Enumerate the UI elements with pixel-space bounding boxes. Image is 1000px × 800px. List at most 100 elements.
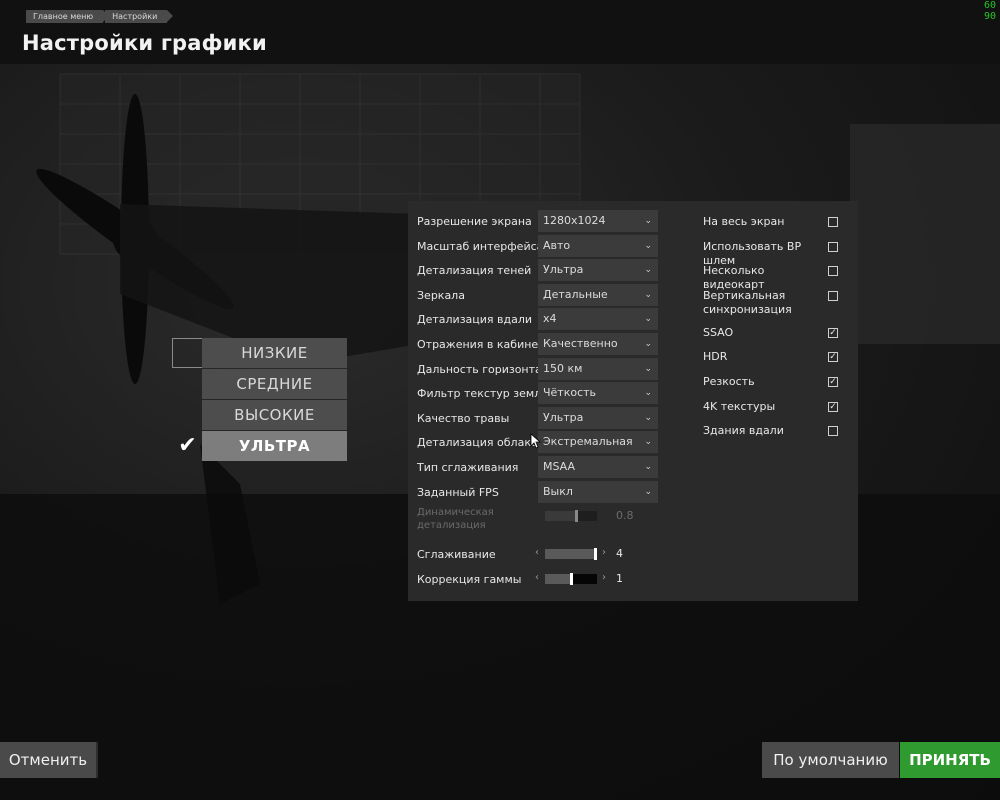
checkmark-icon: ✔: [178, 433, 197, 458]
gamma-slider[interactable]: ‹ › 1: [532, 568, 662, 590]
fullscreen-checkbox[interactable]: [828, 217, 838, 227]
chevron-down-icon: ⌄: [644, 363, 652, 374]
preset-ultra-button[interactable]: УЛЬТРА: [202, 431, 347, 461]
checkbox-label: HDR: [703, 350, 728, 364]
slider-fill: [545, 573, 571, 584]
horizon-distance-select[interactable]: 150 км ⌄: [538, 357, 658, 380]
restore-defaults-button[interactable]: По умолчанию: [762, 742, 899, 778]
checkbox-label: Вертикальная синхронизация: [703, 288, 792, 316]
setting-label: Детализация вдали: [417, 313, 533, 327]
graphics-options-column: Разрешение экрана 1280x1024 ⌄ Масштаб инт…: [417, 210, 662, 592]
select-value: Детальные: [543, 287, 608, 301]
checkbox-label: Резкость: [703, 374, 755, 388]
setting-label: Фильтр текстур земли: [417, 387, 549, 401]
select-value: x4: [543, 312, 557, 326]
setting-row-dynamic-detail: Динамическая детализация 0.8: [417, 505, 662, 543]
setting-label: Детализация облаков: [417, 436, 545, 450]
cockpit-reflections-select[interactable]: Качественно ⌄: [538, 332, 658, 355]
setting-label: Коррекция гаммы: [417, 572, 522, 586]
setting-label: Тип сглаживания: [417, 460, 519, 474]
checkbox-row-distant-buildings: Здания вдали: [703, 419, 843, 444]
slider-thumb[interactable]: [594, 548, 597, 561]
setting-label: Отражения в кабине: [417, 337, 539, 351]
breadcrumb-main-menu[interactable]: Главное меню: [26, 10, 110, 23]
setting-label: Заданный FPS: [417, 485, 499, 499]
toggle-options-column: На весь экран Использовать ВР шлем Неско…: [703, 210, 843, 444]
select-value: Чёткость: [543, 386, 597, 400]
vsync-checkbox[interactable]: [828, 290, 838, 301]
chevron-down-icon: ⌄: [644, 388, 652, 399]
hdr-checkbox[interactable]: ✓: [828, 352, 838, 363]
setting-row-target-fps: Заданный FPS Выкл ⌄: [417, 480, 662, 506]
chevron-right-icon[interactable]: ›: [602, 572, 606, 583]
clouds-select[interactable]: Экстремальная ⌄: [538, 431, 658, 454]
fps-counter: 60 90: [984, 0, 996, 22]
checkbox-row-fullscreen: На весь экран: [703, 210, 843, 235]
preset-row-medium: СРЕДНИЕ: [172, 369, 348, 400]
vr-headset-checkbox[interactable]: [828, 241, 838, 252]
checkbox-row-vr: Использовать ВР шлем: [703, 235, 843, 267]
chevron-down-icon: ⌄: [644, 265, 652, 276]
select-value: Ультра: [543, 263, 584, 277]
slider-thumb: [575, 510, 578, 523]
page-title: Настройки графики: [22, 31, 267, 55]
preset-medium-button[interactable]: СРЕДНИЕ: [202, 369, 347, 399]
chevron-down-icon: ⌄: [644, 412, 652, 423]
grass-quality-select[interactable]: Ультра ⌄: [538, 406, 658, 429]
setting-row-cockpit-reflections: Отражения в кабине Качественно ⌄: [417, 332, 662, 358]
setting-row-grass: Качество травы Ультра ⌄: [417, 406, 662, 432]
setting-label: Качество травы: [417, 411, 510, 425]
select-value: Выкл: [543, 484, 573, 498]
shadows-select[interactable]: Ультра ⌄: [538, 259, 658, 282]
distance-detail-select[interactable]: x4 ⌄: [538, 308, 658, 331]
checkbox-row-multi-gpu: Несколько видеокарт: [703, 259, 843, 291]
chevron-down-icon: ⌄: [644, 240, 652, 251]
quality-presets: НИЗКИЕ СРЕДНИЕ ВЫСОКИЕ ✔ УЛЬТРА: [172, 338, 348, 462]
texture-filter-select[interactable]: Чёткость ⌄: [538, 382, 658, 405]
smoothing-slider[interactable]: ‹ › 4: [532, 543, 662, 565]
antialiasing-type-select[interactable]: MSAA ⌄: [538, 455, 658, 478]
distant-buildings-checkbox[interactable]: [828, 426, 838, 437]
chevron-left-icon[interactable]: ‹: [535, 572, 539, 583]
breadcrumb-settings[interactable]: Настройки: [105, 10, 174, 23]
preset-low-button[interactable]: НИЗКИЕ: [202, 338, 347, 368]
preset-high-button[interactable]: ВЫСОКИЕ: [202, 400, 347, 430]
setting-row-shadows: Детализация теней Ультра ⌄: [417, 259, 662, 284]
setting-label: Дальность горизонта: [417, 362, 542, 376]
chevron-down-icon: ⌄: [644, 338, 652, 349]
sharpness-checkbox[interactable]: ✓: [828, 376, 838, 387]
checkbox-row-vsync: Вертикальная синхронизация: [703, 284, 843, 321]
chevron-left-icon[interactable]: ‹: [535, 547, 539, 558]
setting-row-horizon: Дальность горизонта 150 км ⌄: [417, 357, 662, 383]
resolution-select[interactable]: 1280x1024 ⌄: [538, 210, 658, 232]
settings-panel: Разрешение экрана 1280x1024 ⌄ Масштаб инт…: [408, 201, 858, 601]
checkbox-label: На весь экран: [703, 215, 785, 228]
cancel-button[interactable]: Отменить: [0, 742, 98, 778]
accept-button[interactable]: ПРИНЯТЬ: [900, 742, 1000, 778]
multi-gpu-checkbox[interactable]: [828, 266, 838, 277]
slider-track: [545, 510, 597, 523]
chevron-right-icon[interactable]: ›: [602, 547, 606, 558]
slider-fill: [545, 549, 597, 560]
setting-row-ui-scale: Масштаб интерфейса Авто ⌄: [417, 234, 662, 260]
fps-value-1: 60: [983, 0, 996, 11]
chevron-down-icon: ⌄: [644, 216, 652, 226]
checkbox-label: SSAO: [703, 325, 734, 339]
setting-row-distance-detail: Детализация вдали x4 ⌄: [417, 308, 662, 333]
slider-track[interactable]: [545, 572, 597, 585]
chevron-down-icon: ⌄: [644, 289, 652, 300]
slider-thumb[interactable]: [570, 572, 573, 585]
4k-textures-checkbox[interactable]: ✓: [828, 401, 838, 412]
target-fps-select[interactable]: Выкл ⌄: [538, 480, 658, 503]
preset-checkbox[interactable]: [172, 338, 203, 368]
ui-scale-select[interactable]: Авто ⌄: [538, 234, 658, 257]
chevron-down-icon: ⌄: [644, 437, 652, 448]
checkbox-row-4k-textures: 4K текстуры ✓: [703, 395, 843, 420]
setting-row-gamma: Коррекция гаммы ‹ › 1: [417, 568, 662, 593]
mirrors-select[interactable]: Детальные ⌄: [538, 283, 658, 306]
setting-label: Детализация теней: [417, 264, 532, 278]
ssao-checkbox[interactable]: ✓: [828, 327, 838, 338]
slider-track[interactable]: [545, 548, 597, 561]
setting-row-resolution: Разрешение экрана 1280x1024 ⌄: [417, 210, 662, 235]
select-value: Экстремальная: [543, 435, 633, 449]
